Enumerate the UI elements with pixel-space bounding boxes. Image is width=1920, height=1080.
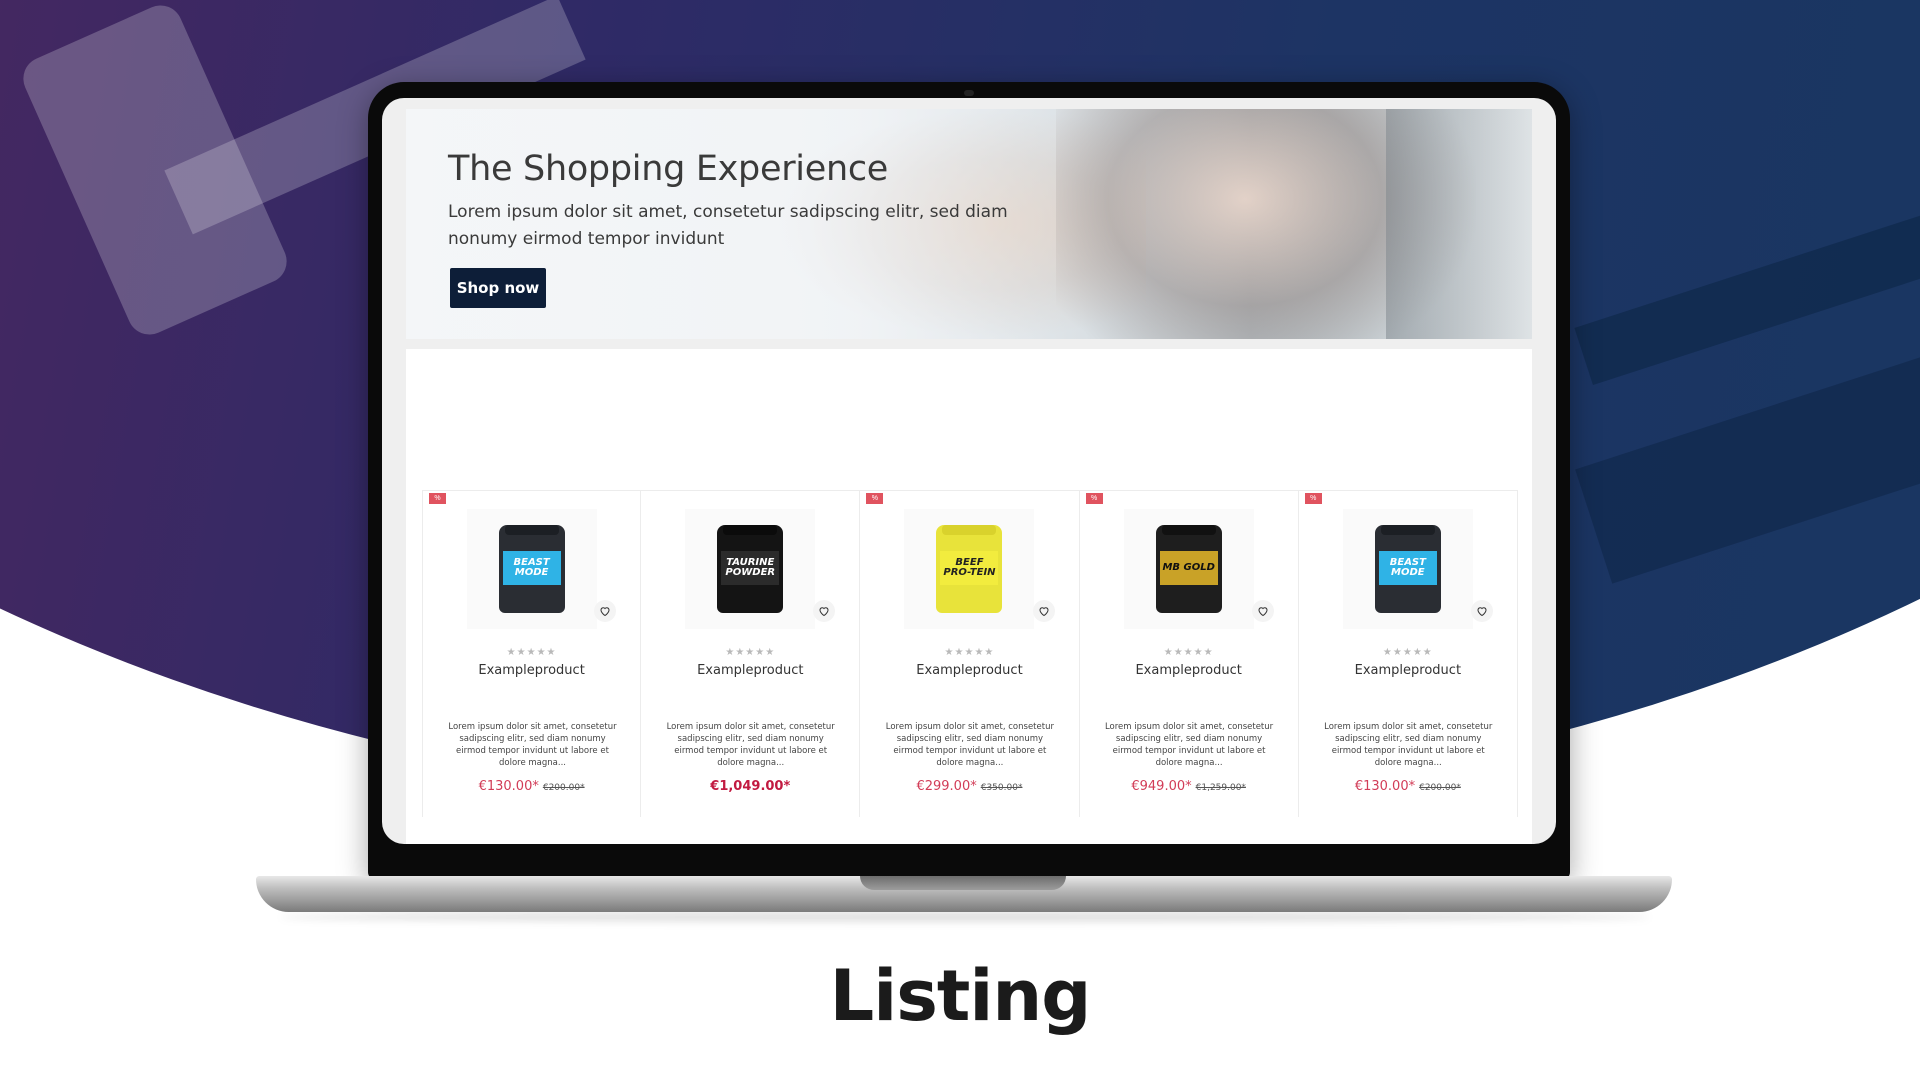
- heart-icon: [1258, 607, 1268, 617]
- product-label: TAURINE POWDER: [721, 551, 780, 585]
- price-row: €130.00* €200.00*: [423, 777, 640, 795]
- product-name[interactable]: Exampleproduct: [423, 663, 640, 678]
- product-card[interactable]: % MB GOLD ★★★★★ Exampleproduct Lorem ips…: [1080, 491, 1299, 817]
- product-description: Lorem ipsum dolor sit amet, consetetur s…: [885, 722, 1054, 768]
- sale-badge: %: [1085, 493, 1103, 504]
- sale-badge: %: [866, 493, 884, 504]
- product-card[interactable]: TAURINE POWDER ★★★★★ Exampleproduct Lore…: [641, 491, 861, 817]
- laptop-camera: [964, 90, 974, 96]
- product-price: €130.00*: [1354, 779, 1416, 794]
- product-old-price: €1,259.00*: [1195, 783, 1246, 793]
- product-label: BEAST MODE: [1378, 551, 1437, 585]
- heart-icon: [1477, 607, 1487, 617]
- rating-stars: ★★★★★: [1382, 647, 1433, 658]
- product-description: Lorem ipsum dolor sit amet, consetetur s…: [1324, 722, 1493, 768]
- product-lid: [1161, 525, 1216, 535]
- product-name[interactable]: Exampleproduct: [641, 663, 859, 678]
- price-row: €299.00* €350.00*: [860, 777, 1078, 795]
- laptop-notch: [860, 876, 1066, 890]
- product-description: Lorem ipsum dolor sit amet, consetetur s…: [1104, 722, 1274, 768]
- heart-icon: [1039, 607, 1049, 617]
- product-image[interactable]: BEAST MODE: [1342, 509, 1473, 629]
- wishlist-button[interactable]: [1032, 600, 1055, 622]
- product-name[interactable]: Exampleproduct: [860, 663, 1078, 678]
- product-card[interactable]: % BEAST MODE ★★★★★ Exampleproduct Lorem …: [422, 491, 642, 817]
- product-lid: [504, 525, 559, 535]
- wishlist-button[interactable]: [1251, 600, 1274, 622]
- product-description: Lorem ipsum dolor sit amet, consetetur s…: [448, 722, 617, 768]
- product-image[interactable]: TAURINE POWDER: [685, 509, 816, 629]
- page-caption: Listing: [829, 955, 1092, 1037]
- product-price: €1,049.00*: [710, 779, 791, 794]
- product-lid: [1380, 525, 1435, 535]
- product-tub: BEAST MODE: [1374, 525, 1441, 613]
- shop-now-button[interactable]: Shop now: [450, 268, 546, 308]
- product-tub: MB GOLD: [1155, 525, 1222, 613]
- product-lid: [723, 525, 778, 535]
- laptop-shadow: [280, 912, 1650, 922]
- product-description: Lorem ipsum dolor sit amet, consetetur s…: [666, 722, 835, 768]
- sale-badge: %: [1304, 493, 1322, 504]
- price-row: €949.00* €1,259.00*: [1080, 777, 1298, 795]
- product-old-price: €200.00*: [1419, 783, 1461, 793]
- wishlist-button[interactable]: [594, 600, 617, 622]
- hero-banner: The Shopping Experience Lorem ipsum dolo…: [406, 109, 1532, 339]
- rating-stars: ★★★★★: [944, 647, 995, 658]
- product-price: €949.00*: [1131, 779, 1192, 794]
- product-old-price: €350.00*: [980, 783, 1023, 793]
- sale-badge: %: [429, 493, 446, 504]
- heart-icon: [819, 607, 829, 617]
- product-name[interactable]: Exampleproduct: [1080, 663, 1298, 678]
- wishlist-button[interactable]: [813, 600, 836, 622]
- product-image[interactable]: BEEF PRO-TEIN: [904, 509, 1035, 629]
- price-row: €1,049.00*: [641, 777, 859, 795]
- hero-text: Lorem ipsum dolor sit amet, consetetur s…: [448, 202, 1008, 249]
- price-row: €130.00* €200.00*: [1299, 777, 1517, 795]
- rating-stars: ★★★★★: [506, 647, 557, 658]
- laptop-screen: The Shopping Experience Lorem ipsum dolo…: [382, 98, 1556, 844]
- product-image[interactable]: BEAST MODE: [466, 509, 597, 629]
- heart-icon: [600, 607, 610, 617]
- background-decoration: [1574, 154, 1920, 386]
- product-tub: TAURINE POWDER: [717, 525, 784, 613]
- product-card[interactable]: % BEAST MODE ★★★★★ Exampleproduct Lorem …: [1299, 491, 1518, 817]
- wishlist-button[interactable]: [1470, 600, 1493, 622]
- product-grid: % BEAST MODE ★★★★★ Exampleproduct Lorem …: [422, 490, 1518, 817]
- product-price: €299.00*: [916, 779, 977, 794]
- product-card[interactable]: % BEEF PRO-TEIN ★★★★★ Exampleproduct Lor…: [860, 491, 1080, 817]
- hero-title: The Shopping Experience: [448, 149, 888, 189]
- product-tub: BEAST MODE: [498, 525, 565, 613]
- product-name[interactable]: Exampleproduct: [1299, 663, 1517, 678]
- product-label: MB GOLD: [1159, 551, 1218, 585]
- product-tub: BEEF PRO-TEIN: [936, 525, 1003, 613]
- product-label: BEAST MODE: [502, 551, 561, 585]
- product-label: BEEF PRO-TEIN: [940, 551, 999, 585]
- rating-stars: ★★★★★: [725, 647, 776, 658]
- product-price: €130.00*: [478, 779, 539, 794]
- product-old-price: €200.00*: [542, 783, 585, 793]
- product-lid: [942, 525, 997, 535]
- product-image[interactable]: MB GOLD: [1123, 509, 1254, 629]
- rating-stars: ★★★★★: [1163, 647, 1214, 658]
